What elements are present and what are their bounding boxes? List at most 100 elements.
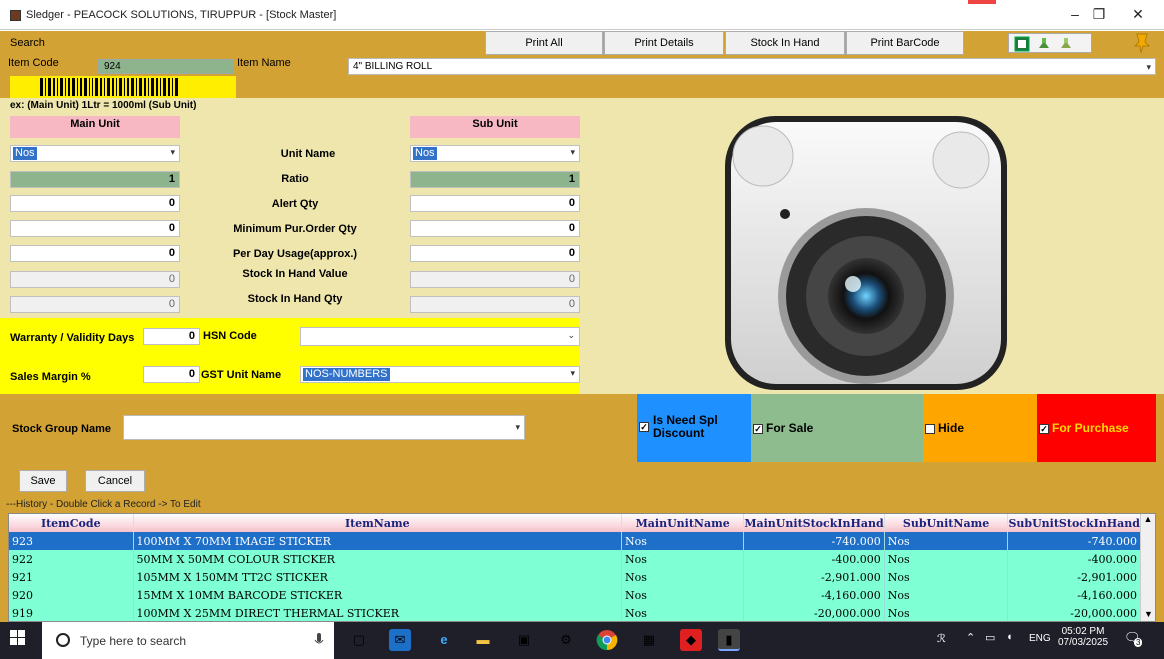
main-alert-qty-field[interactable]: 0 <box>10 195 180 212</box>
clock-date: 07/03/2025 <box>1058 637 1109 648</box>
table-row[interactable]: 920 15MM X 10MM BARCODE STICKER Nos -4,1… <box>9 586 1141 604</box>
grid-scrollbar[interactable]: ▲ ▼ <box>1140 514 1155 621</box>
hide-checkbox[interactable]: Hide <box>925 421 964 435</box>
print-all-button[interactable]: Print All <box>485 31 603 55</box>
spl-discount-checkbox[interactable]: ✓ Is Need Spl Discount <box>639 414 749 440</box>
cell: 100MM X 70MM IMAGE STICKER <box>133 532 623 550</box>
chrome-icon[interactable] <box>596 629 618 651</box>
table-row[interactable]: 923 100MM X 70MM IMAGE STICKER Nos -740.… <box>9 532 1141 550</box>
sub-alert-qty-field[interactable]: 0 <box>410 195 580 212</box>
close-button[interactable]: ✕ <box>1123 6 1153 24</box>
main-min-order-field[interactable]: 0 <box>10 220 180 237</box>
unit-hint: ex: (Main Unit) 1Ltr = 1000ml (Sub Unit) <box>10 100 197 111</box>
sub-unit-value: Nos <box>413 147 437 160</box>
col-header[interactable]: ItemCode <box>9 514 134 532</box>
file-explorer-icon[interactable]: ▬ <box>472 629 494 651</box>
notification-icon[interactable]: 🗨 3 <box>1124 630 1143 647</box>
checkbox-checked-icon[interactable]: ✓ <box>753 423 763 434</box>
item-code-field[interactable]: 924 <box>98 59 234 74</box>
search-circle-icon <box>55 632 71 651</box>
for-purchase-box[interactable]: ✓ For Purchase <box>1037 394 1156 462</box>
for-sale-label: For Sale <box>766 421 814 435</box>
save-button[interactable]: Save <box>19 470 67 492</box>
cell: 920 <box>9 586 134 604</box>
sales-margin-field[interactable]: 0 <box>143 366 200 383</box>
windows-start-icon[interactable] <box>10 630 26 651</box>
search-label[interactable]: Search <box>10 37 45 49</box>
spl-discount-box[interactable]: ✓ Is Need Spl Discount <box>637 394 751 462</box>
export-icons[interactable] <box>1008 33 1092 53</box>
microphone-icon[interactable] <box>314 632 324 651</box>
table-row[interactable]: 921 105MM X 150MM TT2C STICKER Nos -2,90… <box>9 568 1141 586</box>
hsn-select[interactable]: ⌄ <box>300 327 580 346</box>
cell: 100MM X 25MM DIRECT THERMAL STICKER <box>133 604 623 621</box>
clock-time: 05:02 PM <box>1061 626 1105 637</box>
col-header[interactable]: MainUnitStockInHand <box>743 514 885 532</box>
sub-sih-qty-field: 0 <box>410 296 580 313</box>
scroll-up-icon[interactable]: ▲ <box>1141 514 1155 524</box>
cell: -20,000.000 <box>1007 604 1141 621</box>
gst-unit-select[interactable]: NOS-NUMBERS ▾ <box>300 366 580 383</box>
clock[interactable]: 05:02 PM 07/03/2025 <box>1058 626 1108 648</box>
sub-ratio-field[interactable]: 1 <box>410 171 580 188</box>
tray-chevron-up-icon[interactable]: ⌃ <box>966 631 975 644</box>
settings-gear-icon[interactable]: ⚙ <box>555 629 577 651</box>
ratio-label: Ratio <box>281 173 309 185</box>
col-header[interactable]: MainUnitName <box>621 514 745 532</box>
sub-sih-value-field: 0 <box>410 271 580 288</box>
main-unit-select[interactable]: Nos ▾ <box>10 145 180 162</box>
language-indicator[interactable]: ENG <box>1029 633 1051 644</box>
sub-min-order-field[interactable]: 0 <box>410 220 580 237</box>
table-row[interactable]: 919 100MM X 25MM DIRECT THERMAL STICKER … <box>9 604 1141 621</box>
checkbox-checked-icon[interactable]: ✓ <box>639 422 649 432</box>
hide-box[interactable]: Hide <box>923 394 1037 462</box>
cell: Nos <box>884 568 1009 586</box>
main-ratio-field[interactable]: 1 <box>10 171 180 188</box>
per-day-label: Per Day Usage(approx.) <box>232 248 358 260</box>
history-label: ---History - Double Click a Record -> To… <box>6 499 201 510</box>
print-details-button[interactable]: Print Details <box>604 31 724 55</box>
task-view-icon[interactable]: ▢ <box>348 629 370 651</box>
network-icon[interactable]: ▭ <box>985 631 995 644</box>
cancel-button[interactable]: Cancel <box>85 470 145 492</box>
restore-button[interactable]: ❐ <box>1084 6 1114 24</box>
for-purchase-checkbox[interactable]: ✓ For Purchase <box>1039 421 1129 435</box>
scroll-down-icon[interactable]: ▼ <box>1141 609 1156 619</box>
main-per-day-field[interactable]: 0 <box>10 245 180 262</box>
checkbox-unchecked-icon[interactable] <box>925 423 935 434</box>
taskbar-search-placeholder: Type here to search <box>80 634 187 648</box>
item-name-select[interactable]: 4" BILLING ROLL ▾ <box>348 58 1156 75</box>
chevron-down-icon: ▾ <box>515 422 520 432</box>
col-header[interactable]: SubUnitName <box>884 514 1009 532</box>
for-sale-box[interactable]: ✓ For Sale <box>751 394 923 462</box>
cell: Nos <box>884 604 1009 621</box>
history-grid[interactable]: ItemCode ItemName MainUnitName MainUnitS… <box>8 513 1156 622</box>
anydesk-icon[interactable]: ◆ <box>680 629 702 651</box>
chevron-down-icon: ▾ <box>570 147 575 157</box>
col-header[interactable]: ItemName <box>133 514 623 532</box>
sub-per-day-field[interactable]: 0 <box>410 245 580 262</box>
edge-icon[interactable]: e <box>433 629 455 651</box>
camera-image[interactable] <box>725 116 1007 390</box>
volume-icon[interactable]: ◖ <box>1006 631 1013 643</box>
mail-icon[interactable]: ✉ <box>389 629 411 651</box>
table-row[interactable]: 922 50MM X 50MM COLOUR STICKER Nos -400.… <box>9 550 1141 568</box>
sledger-app-icon[interactable]: ▮ <box>718 629 740 651</box>
stock-group-select[interactable]: ▾ <box>123 415 525 440</box>
checkbox-checked-icon[interactable]: ✓ <box>1039 423 1049 434</box>
store-icon[interactable]: ▣ <box>513 629 535 651</box>
cell: 105MM X 150MM TT2C STICKER <box>133 568 623 586</box>
warranty-label: Warranty / Validity Days <box>10 332 135 344</box>
window-title: Sledger - PEACOCK SOLUTIONS, TIRUPPUR - … <box>26 9 337 21</box>
hide-label: Hide <box>938 421 965 435</box>
warranty-field[interactable]: 0 <box>143 328 200 345</box>
col-header[interactable]: SubUnitStockInHand <box>1007 514 1141 532</box>
cell: -400.000 <box>743 550 885 568</box>
calculator-icon[interactable]: ▦ <box>638 629 660 651</box>
print-barcode-button[interactable]: Print BarCode <box>846 31 964 55</box>
sub-unit-select[interactable]: Nos ▾ <box>410 145 580 162</box>
for-sale-checkbox[interactable]: ✓ For Sale <box>753 421 813 435</box>
stock-in-hand-button[interactable]: Stock In Hand <box>725 31 845 55</box>
people-icon[interactable]: ℛ <box>937 632 946 645</box>
excel-export-icon[interactable] <box>1009 34 1093 54</box>
